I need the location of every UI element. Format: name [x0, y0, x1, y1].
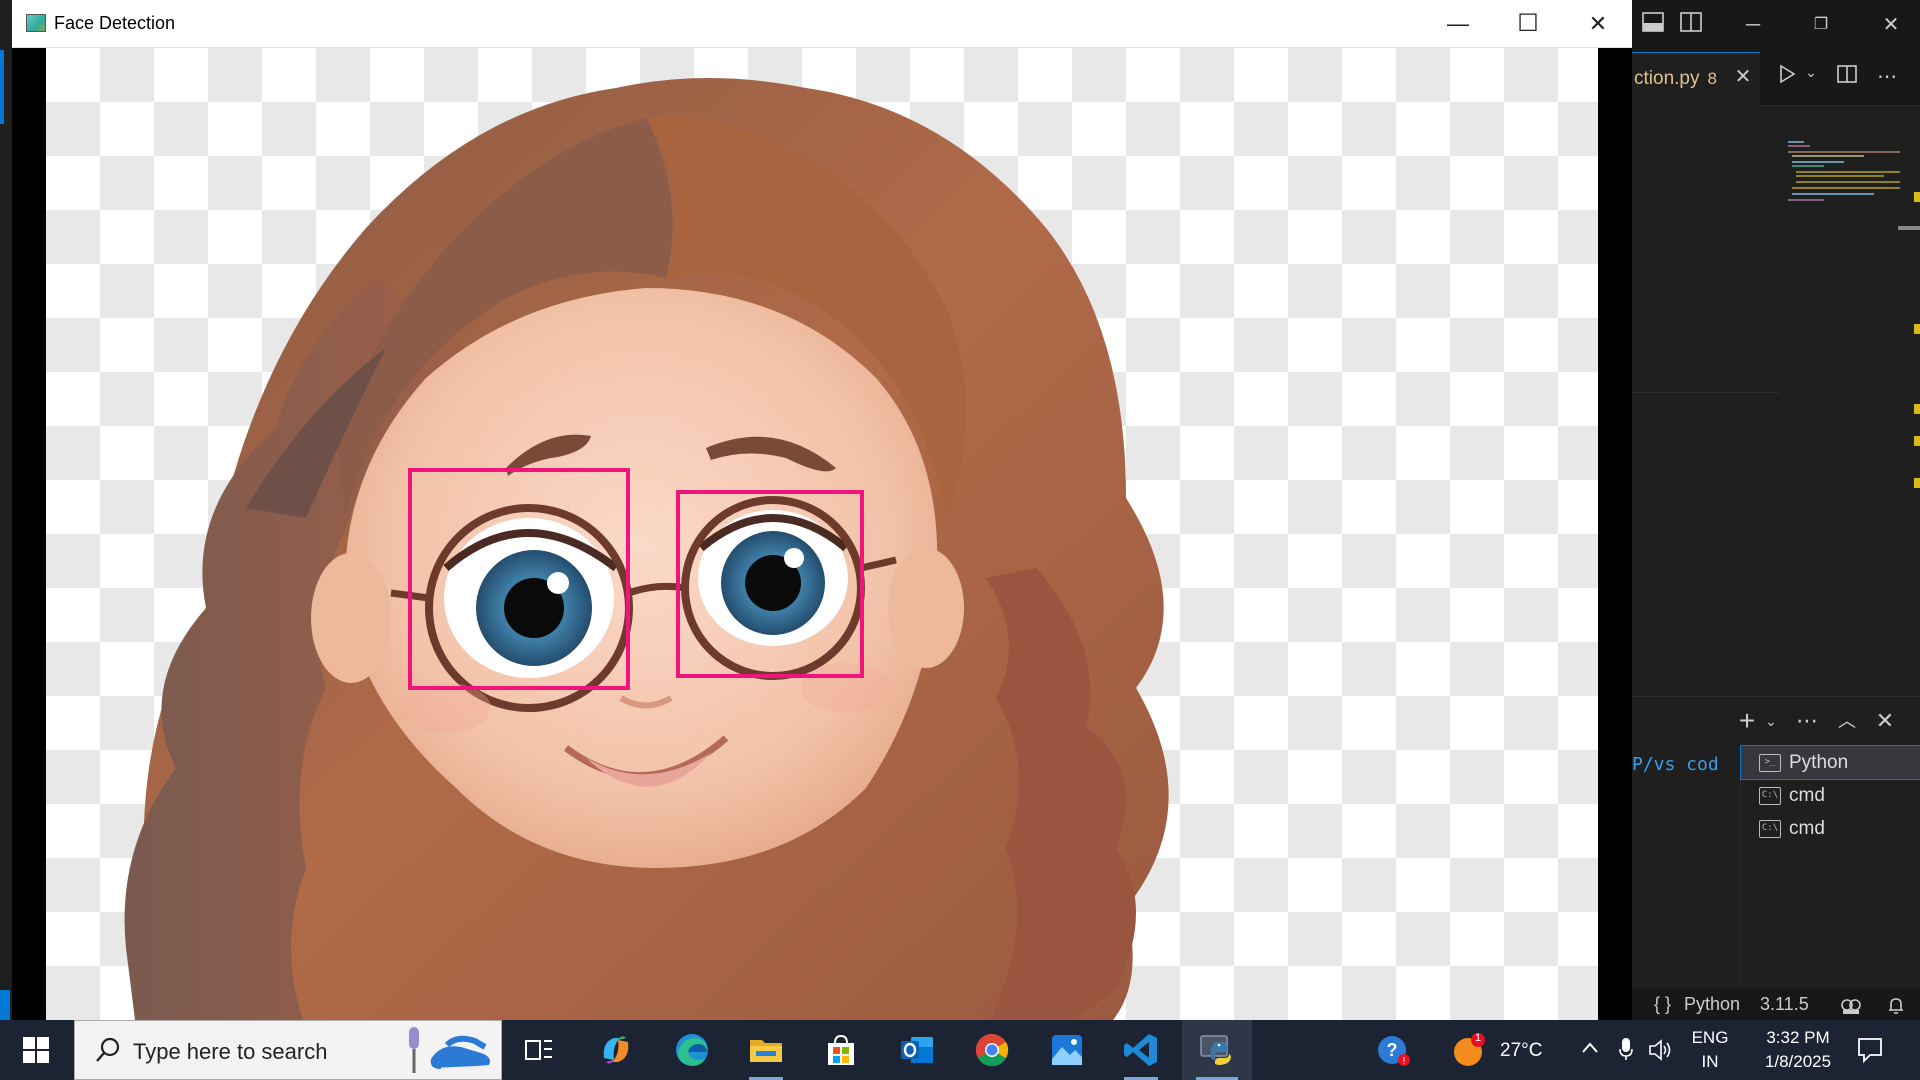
vscode-titlebar: ─ ❐ ✕	[1632, 0, 1920, 52]
microsoft-store-button[interactable]	[810, 1020, 872, 1080]
weather-badge: 1	[1474, 1032, 1482, 1044]
outlook-button[interactable]	[886, 1020, 948, 1080]
minimize-button[interactable]: —	[1438, 8, 1478, 40]
status-bar: { } Python 3.11.5	[1632, 988, 1920, 1020]
run-icon[interactable]	[1774, 64, 1800, 90]
clock[interactable]: 3:32 PM 1/8/2025	[1748, 1026, 1848, 1074]
outlook-icon	[901, 1037, 933, 1063]
activity-indicator	[0, 50, 4, 124]
windows-logo-icon	[23, 1037, 49, 1063]
split-editor-icon[interactable]	[1834, 64, 1860, 90]
clock-time: 3:32 PM	[1766, 1028, 1830, 1047]
task-view-icon	[525, 1040, 552, 1060]
maximize-panel-icon[interactable]: ︿	[1834, 706, 1860, 736]
photos-button[interactable]	[1036, 1020, 1098, 1080]
help-icon[interactable]: ? !	[1376, 1034, 1412, 1073]
search-placeholder: Type here to search	[133, 1039, 328, 1064]
search-icon	[96, 1037, 120, 1062]
app-window-icon	[26, 14, 46, 32]
cmd-icon: C:\	[1759, 786, 1781, 805]
svg-text:?: ?	[1387, 1040, 1398, 1060]
terminal-icon: >_	[1759, 753, 1781, 772]
close-button[interactable]: ✕	[1578, 8, 1618, 40]
window-title: Face Detection	[54, 13, 176, 33]
show-hidden-icons[interactable]	[1580, 1036, 1600, 1065]
language-mode[interactable]: Python	[1684, 988, 1740, 1020]
task-view-button[interactable]	[508, 1020, 570, 1080]
terminal-tab-label: Python	[1789, 752, 1849, 773]
microphone-icon[interactable]	[1618, 1036, 1634, 1067]
eye-detection-box-right	[676, 490, 864, 678]
terminal-tab-cmd[interactable]: C:\ cmd	[1741, 812, 1920, 845]
terminal-tabs: >_ Python C:\ cmd C:\ cmd	[1740, 745, 1920, 986]
svg-text:!: !	[1403, 1056, 1406, 1067]
microsoft-store-icon	[828, 1034, 854, 1065]
taskbar: Type here to search ? ! 1 27°C ENG IN 3:…	[0, 1020, 1920, 1080]
photos-icon	[1052, 1035, 1082, 1065]
temperature: 27°C	[1500, 1040, 1543, 1061]
terminal-output[interactable]: P/vs cod	[1632, 754, 1719, 775]
region-code: IN	[1701, 1052, 1719, 1071]
close-panel-icon[interactable]: ✕	[1872, 706, 1898, 736]
volume-icon[interactable]	[1648, 1038, 1674, 1067]
weather-widget[interactable]: 1 27°C	[1450, 1030, 1550, 1070]
new-terminal-icon[interactable]: +	[1734, 706, 1760, 736]
edge-button[interactable]	[661, 1020, 723, 1080]
maximize-button[interactable]: ☐	[1508, 8, 1548, 40]
toggle-sidebar-icon[interactable]	[1678, 12, 1704, 38]
eye-detection-box-left	[408, 468, 630, 690]
panel-border	[1632, 696, 1920, 697]
taskbar-search[interactable]: Type here to search	[74, 1020, 502, 1080]
language-braces[interactable]: { }	[1654, 988, 1671, 1020]
window-titlebar[interactable]: Face Detection — ☐ ✕	[12, 0, 1632, 48]
language-code: ENG	[1691, 1028, 1729, 1047]
vscode-minimize-icon[interactable]: ─	[1740, 12, 1766, 38]
file-explorer-button[interactable]	[735, 1020, 797, 1080]
notification-center-icon[interactable]	[1856, 1036, 1884, 1069]
toggle-panel-icon[interactable]	[1640, 12, 1666, 38]
python-icon	[1200, 1035, 1231, 1065]
vscode-icon	[1124, 1034, 1157, 1066]
edge-icon	[676, 1034, 708, 1066]
run-dropdown-icon[interactable]: ⌄	[1798, 64, 1824, 81]
terminal-profile-dropdown-icon[interactable]: ⌄	[1758, 706, 1784, 736]
terminal-tab-label: cmd	[1789, 785, 1825, 806]
face-detection-window: Face Detection — ☐ ✕	[12, 0, 1632, 1020]
input-language[interactable]: ENG IN	[1688, 1026, 1732, 1074]
remote-indicator[interactable]	[0, 990, 10, 1020]
chrome-button[interactable]	[961, 1020, 1023, 1080]
minimap[interactable]	[1784, 136, 1904, 206]
python-version[interactable]: 3.11.5	[1760, 988, 1809, 1020]
terminal-tab-python[interactable]: >_ Python	[1740, 745, 1920, 780]
copilot-icon	[603, 1036, 629, 1064]
editor-tab-label: ction.py	[1634, 68, 1700, 89]
chrome-icon	[975, 1033, 1009, 1067]
python-button[interactable]	[1182, 1020, 1252, 1080]
problem-count: 8	[1707, 69, 1717, 88]
terminal-tab-label: cmd	[1789, 818, 1825, 839]
vscode-close-icon[interactable]: ✕	[1878, 12, 1904, 38]
file-explorer-icon	[750, 1040, 782, 1062]
vscode-restore-icon[interactable]: ❐	[1808, 12, 1834, 38]
image-canvas[interactable]	[46, 48, 1598, 1020]
more-actions-icon[interactable]: ⋯	[1874, 64, 1900, 89]
clock-date: 1/8/2025	[1764, 1052, 1832, 1071]
vscode-button[interactable]	[1110, 1020, 1172, 1080]
terminal-tab-cmd[interactable]: C:\ cmd	[1741, 779, 1920, 812]
tab-close-icon[interactable]: ✕	[1730, 64, 1756, 89]
copilot-button[interactable]	[585, 1020, 647, 1080]
search-highlight-icon	[409, 1027, 490, 1073]
panel-more-icon[interactable]: ⋯	[1794, 706, 1820, 736]
start-button[interactable]	[0, 1020, 72, 1080]
cmd-icon: C:\	[1759, 819, 1781, 838]
